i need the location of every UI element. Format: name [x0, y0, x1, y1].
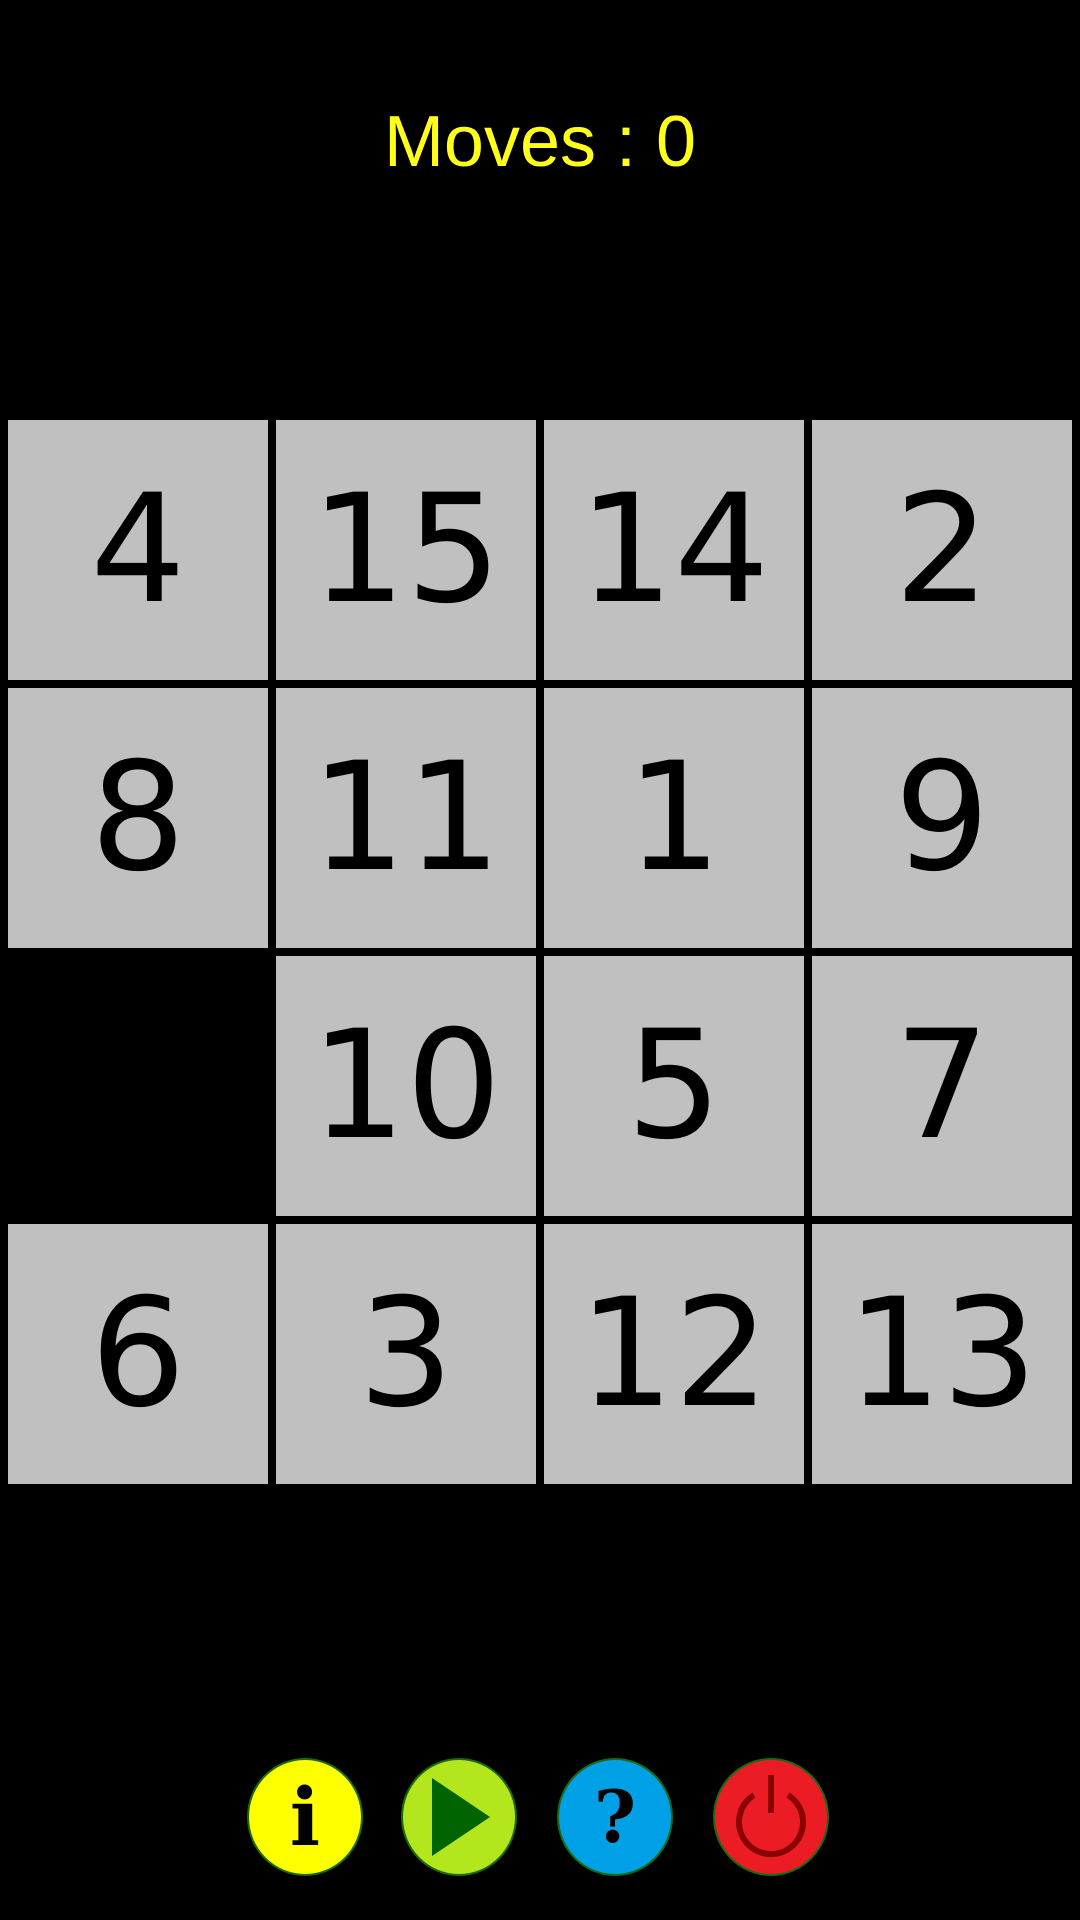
bottom-toolbar: i ?	[0, 1758, 1080, 1878]
tile-4[interactable]: 4	[8, 420, 268, 680]
tile-1[interactable]: 1	[544, 688, 804, 948]
tile-12[interactable]: 12	[544, 1224, 804, 1484]
help-icon: ?	[593, 1774, 637, 1859]
tile-5[interactable]: 5	[544, 956, 804, 1216]
play-button[interactable]	[401, 1758, 517, 1876]
info-icon: i	[289, 1770, 321, 1864]
power-icon	[736, 1775, 806, 1858]
tile-11[interactable]: 11	[276, 688, 536, 948]
tile-7[interactable]: 7	[812, 956, 1072, 1216]
empty-slot[interactable]	[8, 956, 268, 1216]
tile-10[interactable]: 10	[276, 956, 536, 1216]
tile-13[interactable]: 13	[812, 1224, 1072, 1484]
play-icon	[432, 1778, 490, 1856]
tile-14[interactable]: 14	[544, 420, 804, 680]
tile-3[interactable]: 3	[276, 1224, 536, 1484]
moves-counter: Moves : 0	[383, 102, 697, 182]
quit-button[interactable]	[713, 1758, 829, 1876]
help-button[interactable]: ?	[557, 1758, 673, 1876]
tile-9[interactable]: 9	[812, 688, 1072, 948]
tile-2[interactable]: 2	[812, 420, 1072, 680]
tile-6[interactable]: 6	[8, 1224, 268, 1484]
puzzle-board: 4 15 14 2 8 11 1 9 10 5 7 6 3 12 13	[8, 420, 1072, 1484]
tile-15[interactable]: 15	[276, 420, 536, 680]
info-button[interactable]: i	[247, 1758, 363, 1876]
tile-8[interactable]: 8	[8, 688, 268, 948]
